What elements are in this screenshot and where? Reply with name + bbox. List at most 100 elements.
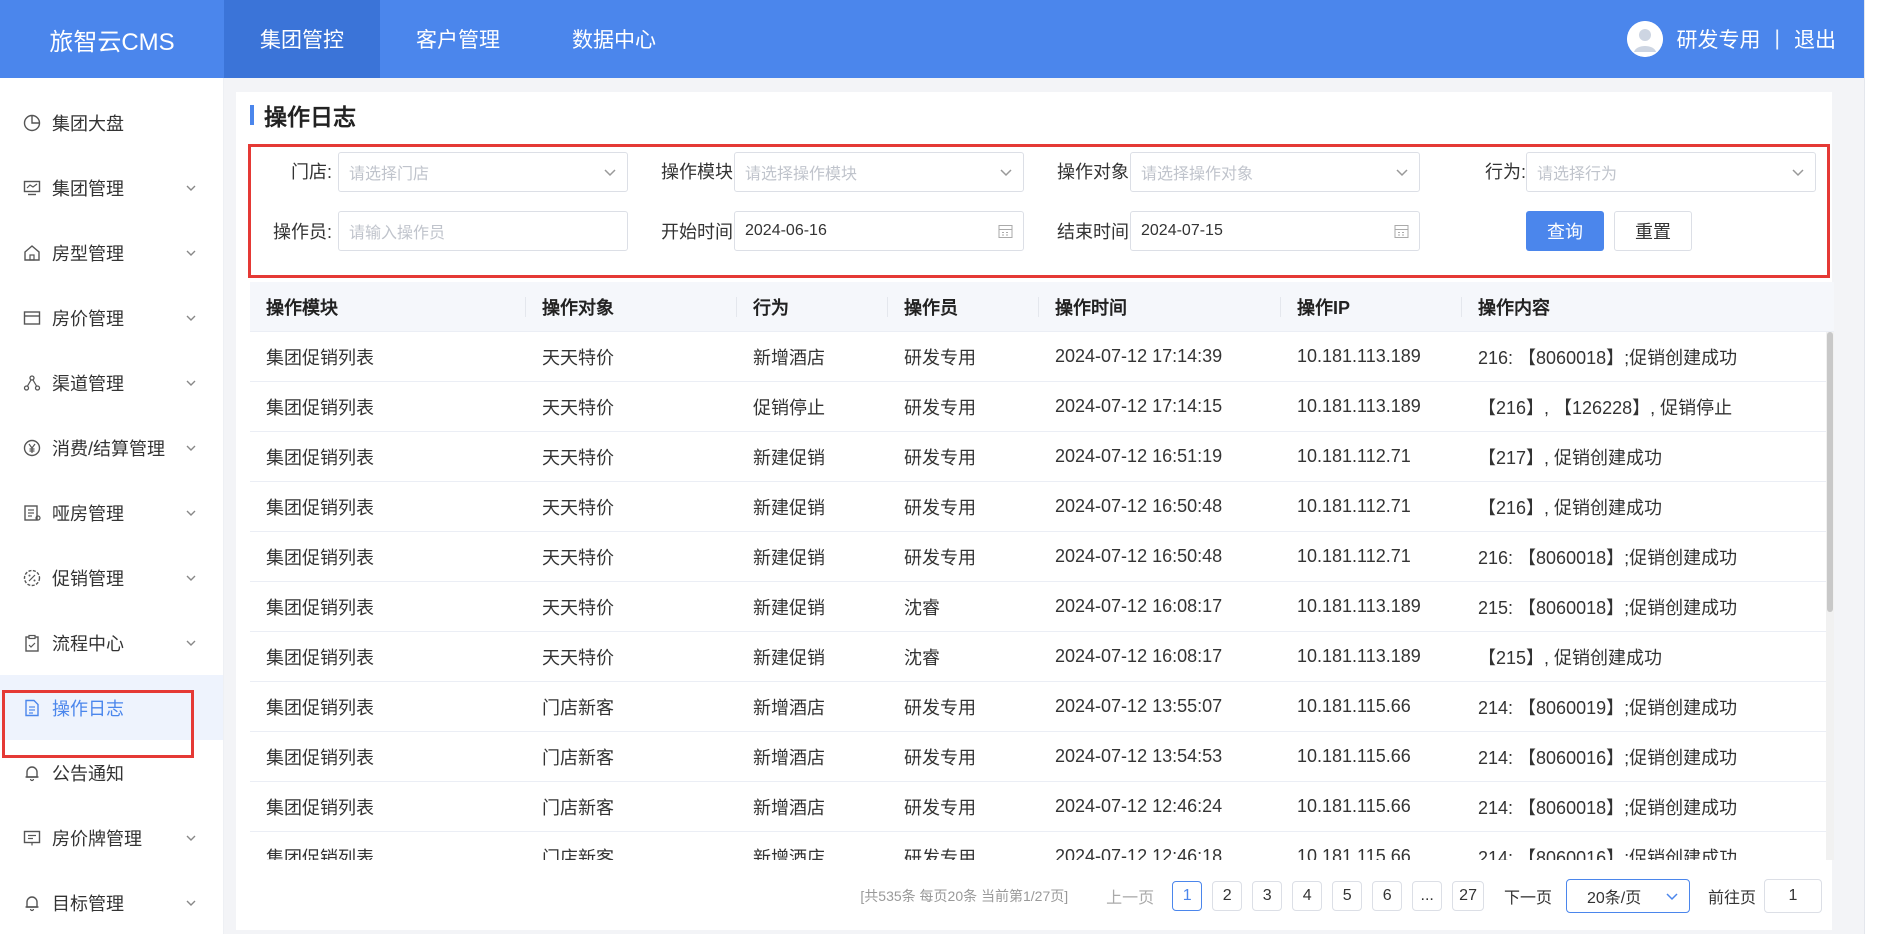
operator-input[interactable]: 请输入操作员 [338,211,628,251]
page-button[interactable]: 3 [1252,881,1283,911]
top-nav-group-control[interactable]: 集团管控 [224,0,380,78]
user-name[interactable]: 研发专用 [1677,24,1761,54]
column-header[interactable]: 操作员 [888,296,1039,317]
table-row[interactable]: 集团促销列表 门店新客 新增酒店 研发专用 2024-07-12 12:46:18 10.… [250,832,1834,860]
end-date-picker[interactable]: 2024-07-15 [1130,211,1420,251]
action-placeholder: 请选择行为 [1537,166,1618,183]
table-cell: 集团促销列表 [266,547,374,568]
pagination: [共535条 每页20条 当前第1/27页] 上一页 1 2 3 4 5 6... 27 下… [236,876,1832,916]
start-date-picker[interactable]: 2024-06-16 [734,211,1024,251]
table-row[interactable]: 集团促销列表 天天特价 新建促销 沈睿 2024-07-12 16:08:17 10.18… [250,582,1834,632]
table-row[interactable]: 集团促销列表 天天特价 新建促销 研发专用 2024-07-12 16:51:19 10.… [250,432,1834,482]
chevron-down-icon [185,247,197,259]
top-nav-data-center[interactable]: 数据中心 [536,0,692,78]
sidebar-item-12[interactable]: 目标管理 [0,870,223,934]
column-header[interactable]: 操作对象 [526,296,737,317]
page-size-select[interactable]: 20条/页 [1565,879,1690,913]
module-select[interactable]: 请选择操作模块 [734,152,1024,192]
next-page-button[interactable]: 下一页 [1504,884,1552,908]
column-header[interactable]: 操作模块 [250,296,526,317]
table-row[interactable]: 集团促销列表 天天特价 新建促销 沈睿 2024-07-12 16:08:17 10.18… [250,632,1834,682]
table-cell: 集团促销列表 [266,847,374,861]
chevron-down-icon [185,507,197,519]
house-icon [22,243,42,263]
chevron-down-icon [1791,165,1805,179]
page-button[interactable]: 4 [1292,881,1323,911]
user-icon [1626,21,1663,57]
table-scrollbar[interactable] [1826,332,1834,860]
table-cell: 10.181.112.71 [1297,496,1411,516]
object-placeholder: 请选择操作对象 [1141,166,1254,183]
chevron-down-icon [185,572,197,584]
table-cell: 新增酒店 [753,797,825,818]
sidebar-item-6[interactable]: 哑房管理 [0,480,223,545]
top-nav-customer[interactable]: 客户管理 [380,0,536,78]
chevron-down-icon [999,165,1013,179]
table-row[interactable]: 集团促销列表 门店新客 新增酒店 研发专用 2024-07-12 12:46:24 10.… [250,782,1834,832]
sidebar-item-label: 流程中心 [52,633,124,654]
sidebar-item-10[interactable]: 公告通知 [0,740,223,805]
query-button[interactable]: 查询 [1526,211,1604,251]
store-select[interactable]: 请选择门店 [338,152,628,192]
page-button[interactable]: 6 [1372,881,1403,911]
action-select[interactable]: 请选择行为 [1526,152,1816,192]
sidebar-item-5[interactable]: 消费/结算管理 [0,415,223,480]
start-time-label: 开始时间: [660,222,738,242]
table-cell: 10.181.113.189 [1297,646,1421,666]
sidebar-item-7[interactable]: 促销管理 [0,545,223,610]
sidebar-item-8[interactable]: 流程中心 [0,610,223,675]
table-row[interactable]: 集团促销列表 门店新客 新增酒店 研发专用 2024-07-12 13:54:53 10.… [250,732,1834,782]
page-button[interactable]: 2 [1212,881,1243,911]
table-row[interactable]: 集团促销列表 天天特价 新建促销 研发专用 2024-07-12 16:50:48 10.… [250,482,1834,532]
sidebar-item-label: 房价牌管理 [52,828,142,849]
chevron-down-icon [185,377,197,389]
app-logo[interactable]: 旅智云CMS [0,0,224,78]
sidebar-item-2[interactable]: 房型管理 [0,220,223,285]
column-header[interactable]: 操作内容 [1462,297,1812,317]
column-header[interactable]: 操作IP [1281,296,1462,317]
table-row[interactable]: 集团促销列表 天天特价 新增酒店 研发专用 2024-07-12 17:14:39 10.… [250,332,1834,382]
sidebar-item-partial[interactable] [0,78,223,90]
table-row[interactable]: 集团促销列表 天天特价 促销停止 研发专用 2024-07-12 17:14:15 10.… [250,382,1834,432]
column-header[interactable]: 操作时间 [1039,296,1281,317]
avatar[interactable] [1626,21,1663,57]
logout-link[interactable]: 退出 [1794,24,1836,54]
monitor-icon [22,178,42,198]
table-cell: 10.181.115.66 [1297,696,1411,716]
sidebar-item-11[interactable]: 房价牌管理 [0,805,223,870]
table-cell: 215: 【8060018】;促销创建成功 [1478,597,1738,618]
table-cell: 集团促销列表 [266,347,374,368]
table-cell: 集团促销列表 [266,447,374,468]
module-placeholder: 请选择操作模块 [745,166,858,183]
sidebar-item-9[interactable]: 操作日志 [0,675,223,740]
table-header: 操作模块 操作对象 行为 操作员 操作时间 操作IP 操作内容 [250,282,1834,332]
board-icon [22,828,42,848]
sidebar-item-label: 操作日志 [52,698,124,719]
column-header[interactable]: 行为 [737,296,888,317]
sidebar-item-4[interactable]: 渠道管理 [0,350,223,415]
sidebar-item-1[interactable]: 集团管理 [0,155,223,220]
sidebar-item-3[interactable]: 房价管理 [0,285,223,350]
sidebar-item-label: 房型管理 [52,243,124,264]
table-cell: 2024-07-12 17:14:39 [1055,346,1223,366]
table-cell: 天天特价 [542,547,614,568]
object-select[interactable]: 请选择操作对象 [1130,152,1420,192]
scrollbar-thumb[interactable] [1827,332,1833,612]
goto-page-input[interactable]: 1 [1764,879,1822,913]
reset-button[interactable]: 重置 [1614,211,1692,251]
chevron-down-icon [1395,165,1409,179]
page-ellipsis[interactable]: ... [1412,881,1443,911]
table-row[interactable]: 集团促销列表 门店新客 新增酒店 研发专用 2024-07-12 13:55:07 10.… [250,682,1834,732]
table-cell: 2024-07-12 12:46:18 [1055,846,1223,860]
sidebar-item-label: 目标管理 [52,893,124,914]
sidebar-item-0[interactable]: 集团大盘 [0,90,223,155]
page-button[interactable]: 1 [1172,881,1203,911]
filter-form: 门店: 请选择门店 操作模块: 请选择操作模块 操作对象: 请选择操作对象 行为… [250,144,1822,278]
page-button[interactable]: 5 [1332,881,1363,911]
page-button[interactable]: 27 [1452,881,1484,911]
table-row[interactable]: 集团促销列表 天天特价 新建促销 研发专用 2024-07-12 16:50:48 10.… [250,532,1834,582]
table-cell: 天天特价 [542,497,614,518]
table-cell: 10.181.115.66 [1297,846,1411,860]
start-date-value: 2024-06-16 [745,222,827,239]
prev-page-button[interactable]: 上一页 [1106,884,1154,908]
